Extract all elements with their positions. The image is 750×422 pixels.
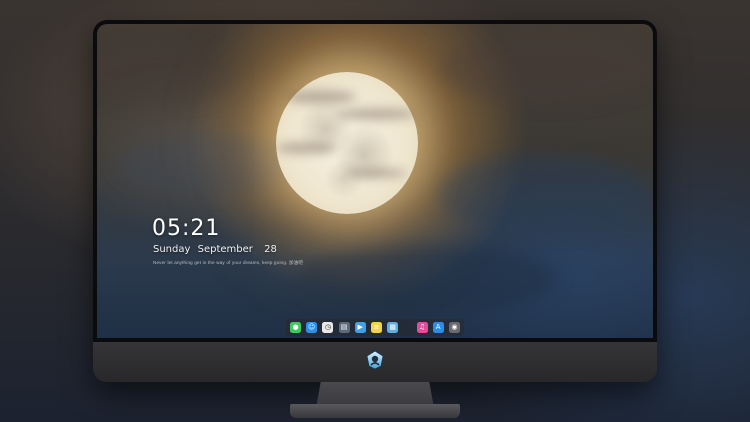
messages-icon[interactable]: ● — [290, 322, 301, 333]
video-icon[interactable]: ▶ — [354, 322, 366, 333]
notes-icon[interactable]: ≡ — [370, 322, 382, 333]
moon-wallpaper — [276, 72, 418, 214]
cloud — [286, 90, 356, 104]
cloud — [97, 44, 237, 104]
cloud — [117, 134, 297, 194]
desktop-screen: 05:21 Sunday September 28 Never let anyt… — [97, 24, 653, 338]
cloud — [336, 108, 416, 120]
clock-icon[interactable]: ◷ — [322, 322, 334, 333]
brand-logo-icon — [366, 350, 384, 370]
cloud — [276, 142, 336, 154]
cloud — [297, 244, 557, 314]
dock: ● ☺ ◷ ▤ ▶ ≡ ▦ ♫ A ◉ — [286, 319, 464, 336]
lock-note: Never let anything get in the way of you… — [153, 260, 304, 265]
cloud — [346, 168, 406, 178]
screen-bezel: 05:21 Sunday September 28 Never let anyt… — [93, 20, 657, 342]
finder-icon[interactable]: ☺ — [306, 322, 318, 333]
lock-clock-date: Sunday September 28 — [153, 244, 281, 255]
date-number: 28 — [264, 244, 277, 255]
monitor-chin — [93, 342, 657, 382]
dock-separator — [403, 327, 411, 328]
music-icon[interactable]: ♫ — [416, 322, 428, 333]
monitor-base — [290, 404, 460, 418]
app-store-icon[interactable]: A — [432, 322, 444, 333]
photos-icon[interactable]: ▦ — [387, 322, 399, 333]
lock-clock-time: 05:21 — [152, 216, 221, 241]
media-icon[interactable]: ▤ — [338, 322, 350, 333]
cloud — [437, 154, 647, 234]
cloud — [437, 34, 653, 104]
date-day: Sunday — [153, 244, 191, 255]
imac-monitor: 05:21 Sunday September 28 Never let anyt… — [93, 20, 657, 382]
camera-icon[interactable]: ◉ — [448, 322, 460, 333]
date-month: September — [197, 244, 253, 255]
